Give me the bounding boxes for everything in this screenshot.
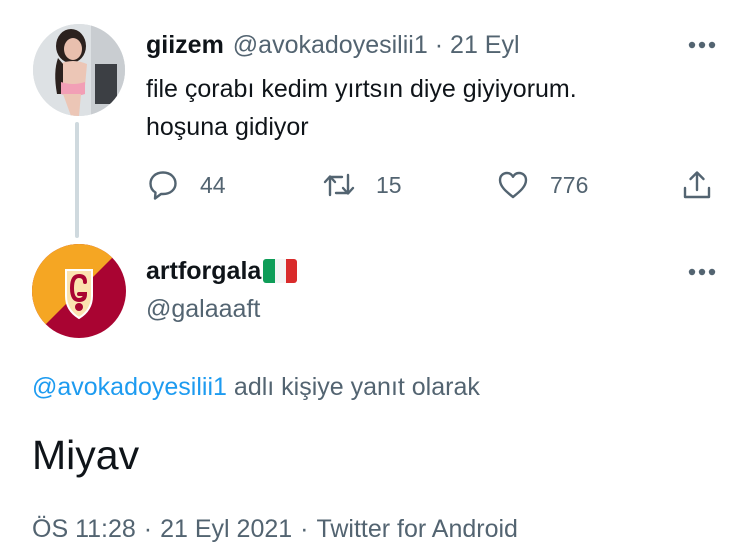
more-horizontal-icon (688, 268, 716, 276)
reply-author-handle[interactable]: @galaaaft (146, 292, 260, 326)
parent-author-handle[interactable]: @avokadoyesilii1 (233, 31, 428, 60)
replying-to-line: @avokadoyesilii1 adlı kişiye yanıt olara… (32, 370, 712, 404)
parent-avatar[interactable] (33, 24, 125, 116)
parent-tweet-text: file çorabı kedim yırtsın diye giyiyorum… (146, 70, 706, 146)
tweet-time-link[interactable]: ÖS 11:28 (32, 515, 136, 544)
meta-separator: · (300, 514, 309, 543)
profile-photo-icon (33, 24, 125, 116)
parent-action-bar: 44 15 776 (146, 164, 726, 206)
like-count: 776 (550, 171, 589, 198)
more-horizontal-icon (688, 41, 716, 49)
retweet-count: 15 (376, 171, 402, 198)
share-button[interactable] (680, 164, 714, 206)
italy-flag-icon (263, 259, 298, 283)
parent-tweet-text-line1: file çorabı kedim yırtsın diye giyiyorum… (146, 75, 577, 103)
replying-to-mention-link[interactable]: @avokadoyesilii1 (32, 373, 227, 402)
like-button[interactable]: 776 (496, 164, 588, 206)
reply-bubble-icon (146, 168, 180, 202)
tweet-source-link[interactable]: Twitter for Android (316, 515, 517, 544)
parent-tweet-date[interactable]: 21 Eyl (450, 31, 519, 60)
parent-author-name[interactable]: giizem (146, 31, 224, 60)
header-separator: · (434, 30, 444, 59)
tweet-date-link[interactable]: 21 Eyl 2021 (160, 515, 292, 544)
reply-tweet-text: Miyav (32, 431, 140, 478)
heart-icon (496, 168, 530, 202)
share-icon (680, 168, 714, 202)
reply-author-name: artforgala (146, 256, 262, 285)
reply-avatar[interactable] (32, 244, 126, 338)
replying-to-text: adlı kişiye yanıt olarak (233, 372, 480, 401)
parent-more-button[interactable] (682, 30, 722, 60)
meta-separator: · (143, 514, 153, 543)
reply-author-name-row[interactable]: artforgala (146, 254, 298, 288)
reply-tweet-metadata: ÖS 11:28 · 21 Eyl 2021 · Twitter for And… (32, 512, 518, 546)
retweet-icon (322, 168, 356, 202)
reply-count: 44 (200, 171, 226, 198)
reply-more-button[interactable] (682, 257, 722, 287)
parent-tweet-text-line2: hoşuna gidiyor (146, 113, 309, 141)
reply-button[interactable]: 44 (146, 164, 226, 206)
retweet-button[interactable]: 15 (322, 164, 402, 206)
galatasaray-logo-icon (32, 244, 126, 338)
thread-connector-line (75, 122, 79, 238)
parent-tweet-header: giizem @avokadoyesilii1 · 21 Eyl (146, 28, 686, 62)
